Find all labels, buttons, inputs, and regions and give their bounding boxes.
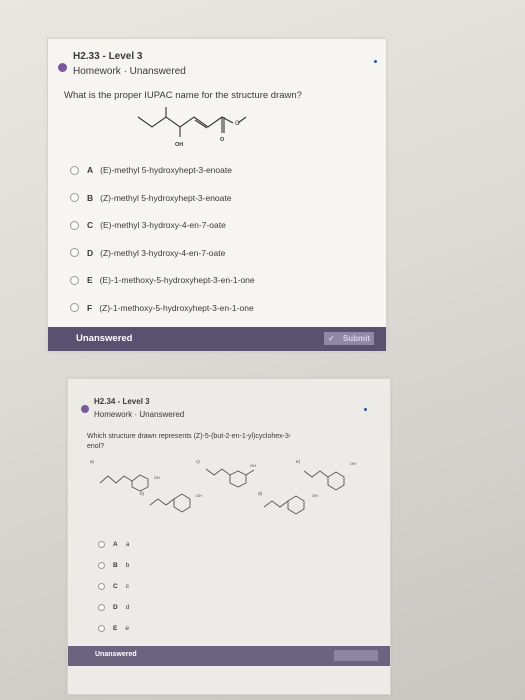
answer-option-b[interactable]: Bb <box>98 562 129 569</box>
radio-button[interactable] <box>70 275 79 285</box>
status-dot <box>58 63 67 72</box>
radio-button[interactable] <box>70 303 79 312</box>
question-title: H2.33 - Level 3 <box>73 51 143 62</box>
option-text: (Z)-1-methoxy-5-hydroxyhept-3-en-1-one <box>99 302 254 313</box>
radio-button[interactable] <box>70 193 79 202</box>
tag-b: b) <box>140 491 145 496</box>
status-bar: Unanswered ✓ Submit <box>48 327 386 351</box>
option-text: c <box>125 583 129 590</box>
option-letter: D <box>113 604 118 611</box>
tag-c: c) <box>196 459 200 464</box>
radio-button[interactable] <box>98 541 105 548</box>
answer-option-b[interactable]: B (Z)-methyl 5-hydroxyhept-3-enoate <box>70 193 231 203</box>
option-letter: B <box>87 192 94 203</box>
answer-option-a[interactable]: A (E)-methyl 5-hydroxyhept-3-enoate <box>70 165 232 175</box>
radio-button[interactable] <box>98 625 105 632</box>
option-text: (E)-methyl 3-hydroxy-4-en-7-oate <box>100 220 226 230</box>
svg-text:O: O <box>235 121 240 127</box>
question-subtitle: Homework · Unanswered <box>73 66 186 77</box>
tag-e: e) <box>296 459 301 464</box>
tag-d: d) <box>258 491 263 496</box>
radio-button[interactable] <box>70 165 79 175</box>
option-letter: C <box>113 583 118 590</box>
answer-option-e[interactable]: Ee <box>98 625 129 632</box>
option-letter: F <box>87 302 93 313</box>
option-letter: B <box>113 562 118 569</box>
answer-option-f[interactable]: F (Z)-1-methoxy-5-hydroxyhept-3-en-1-one <box>70 303 254 313</box>
option-letter: E <box>87 275 93 285</box>
check-icon: ✓ <box>328 334 335 343</box>
oh-label: OH <box>175 142 183 148</box>
radio-button[interactable] <box>98 604 105 611</box>
option-letter: D <box>87 247 94 258</box>
option-letter: E <box>113 625 118 632</box>
submit-button[interactable]: ✓ Submit <box>324 332 374 345</box>
radio-button[interactable] <box>70 220 79 230</box>
tag-a: a) <box>90 459 95 464</box>
option-text: a <box>125 541 130 548</box>
question-text-line2: enol? <box>87 443 105 450</box>
status-bar: Unanswered <box>68 646 390 666</box>
option-text: (Z)-methyl 3-hydroxy-4-en-7-oate <box>100 247 226 258</box>
structure-image: O OH O <box>137 107 247 148</box>
option-letter: A <box>87 165 94 175</box>
option-text: b <box>125 562 130 569</box>
answer-option-d[interactable]: Dd <box>98 604 129 611</box>
oh-b: OH <box>196 493 202 498</box>
radio-button[interactable] <box>98 562 105 569</box>
answer-option-d[interactable]: D (Z)-methyl 3-hydroxy-4-en-7-oate <box>70 248 225 258</box>
status-label: Unanswered <box>95 651 137 658</box>
option-text: (E)-methyl 5-hydroxyhept-3-enoate <box>100 165 232 175</box>
option-text: (Z)-methyl 5-hydroxyhept-3-enoate <box>100 192 232 203</box>
oh-e: OH <box>350 461 356 466</box>
oh-a: OH <box>154 475 160 480</box>
answer-option-c[interactable]: C (E)-methyl 3-hydroxy-4-en-7-oate <box>70 220 226 230</box>
status-label: Unanswered <box>76 333 133 344</box>
question-card-2: H2.34 - Level 3 Homework · Unanswered Wh… <box>67 378 391 695</box>
oh-d: OH <box>312 493 318 498</box>
option-text: (E)-1-methoxy-5-hydroxyhept-3-en-1-one <box>99 275 255 285</box>
question-subtitle: Homework · Unanswered <box>94 410 185 419</box>
answer-option-c[interactable]: Cc <box>98 583 129 590</box>
status-dot <box>81 405 89 413</box>
question-card-1: H2.33 - Level 3 Homework · Unanswered Wh… <box>47 38 387 352</box>
option-letter: A <box>113 541 118 548</box>
oh-c: OH <box>250 463 256 468</box>
question-text: What is the proper IUPAC name for the st… <box>64 90 302 101</box>
structures-image: a) c) e) b) d) OH OH OH OH OH <box>90 459 356 515</box>
question-title: H2.34 - Level 3 <box>94 397 150 406</box>
flag-dot[interactable] <box>364 408 367 411</box>
question-text-line1: Which structure drawn represents (Z)-5-(… <box>87 433 292 440</box>
flag-dot[interactable] <box>374 60 377 63</box>
submit-button[interactable] <box>334 650 378 661</box>
submit-label: Submit <box>342 334 370 343</box>
radio-button[interactable] <box>70 248 79 257</box>
option-text: e <box>125 625 129 632</box>
option-text: d <box>125 604 130 611</box>
option-letter: C <box>87 220 94 230</box>
radio-button[interactable] <box>98 583 105 590</box>
answer-option-a[interactable]: Aa <box>98 541 129 548</box>
answer-option-e[interactable]: E (E)-1-methoxy-5-hydroxyhept-3-en-1-one <box>70 275 255 285</box>
o-label: O <box>220 137 225 143</box>
